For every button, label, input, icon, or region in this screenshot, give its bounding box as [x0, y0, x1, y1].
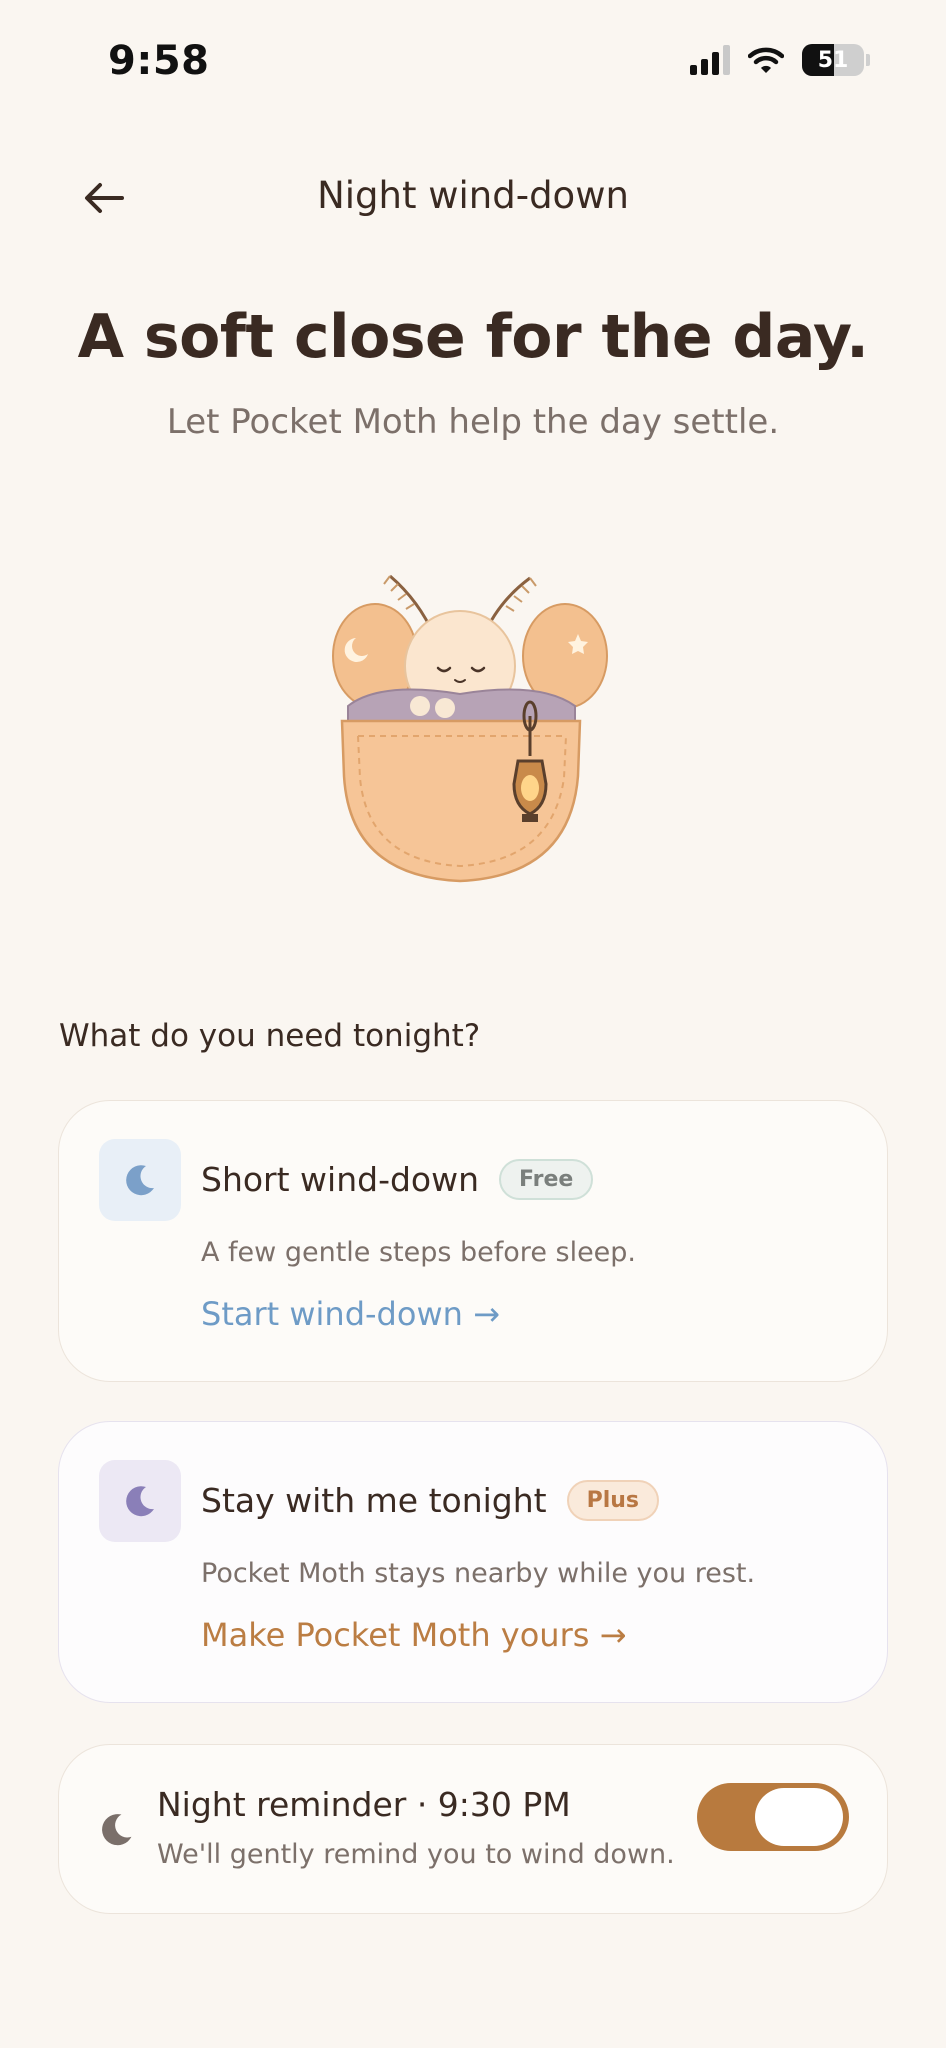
stay-with-me-card[interactable]: Stay with me tonight Plus Pocket Moth st… [58, 1421, 888, 1703]
option-title-row: Short wind-down Free [201, 1159, 594, 1200]
signal-icon [690, 45, 730, 75]
wifi-icon [748, 47, 784, 73]
hero-title: A soft close for the day. [77, 302, 869, 372]
hero-subtitle: Let Pocket Moth help the day settle. [166, 402, 780, 442]
reminder-title: Night reminder · 9:30 PM [157, 1785, 571, 1824]
moon-icon-box [99, 1460, 181, 1542]
moon-icon [126, 1486, 154, 1517]
moon-icon-box [99, 1139, 181, 1221]
option-title: Short wind-down [201, 1160, 480, 1199]
plus-badge: Plus [566, 1480, 660, 1521]
option-title-row: Stay with me tonight Plus [201, 1480, 660, 1521]
reminder-toggle[interactable] [697, 1783, 849, 1851]
option-description: A few gentle steps before sleep. [201, 1237, 637, 1268]
page-title: Night wind-down [317, 174, 629, 217]
battery-level: 51 [817, 47, 849, 73]
start-wind-down-link[interactable]: Start wind-down → [201, 1295, 500, 1333]
status-time: 9:58 [108, 38, 210, 84]
short-wind-down-card[interactable]: Short wind-down Free A few gentle steps … [58, 1100, 888, 1382]
pocket-moth-illustration [332, 574, 608, 883]
option-description: Pocket Moth stays nearby while you rest. [201, 1558, 756, 1589]
moon-icon [102, 1814, 132, 1846]
night-reminder-card: Night reminder · 9:30 PM We'll gently re… [58, 1744, 888, 1914]
reminder-subtitle: We'll gently remind you to wind down. [157, 1839, 675, 1870]
free-badge: Free [499, 1159, 594, 1200]
make-pocket-moth-yours-link[interactable]: Make Pocket Moth yours → [201, 1616, 626, 1654]
toggle-knob [755, 1788, 843, 1846]
section-label: What do you need tonight? [59, 1018, 481, 1054]
option-title: Stay with me tonight [201, 1481, 547, 1520]
moon-icon [126, 1165, 154, 1196]
status-icons: 51 [690, 44, 870, 76]
battery-icon: 51 [802, 44, 864, 76]
